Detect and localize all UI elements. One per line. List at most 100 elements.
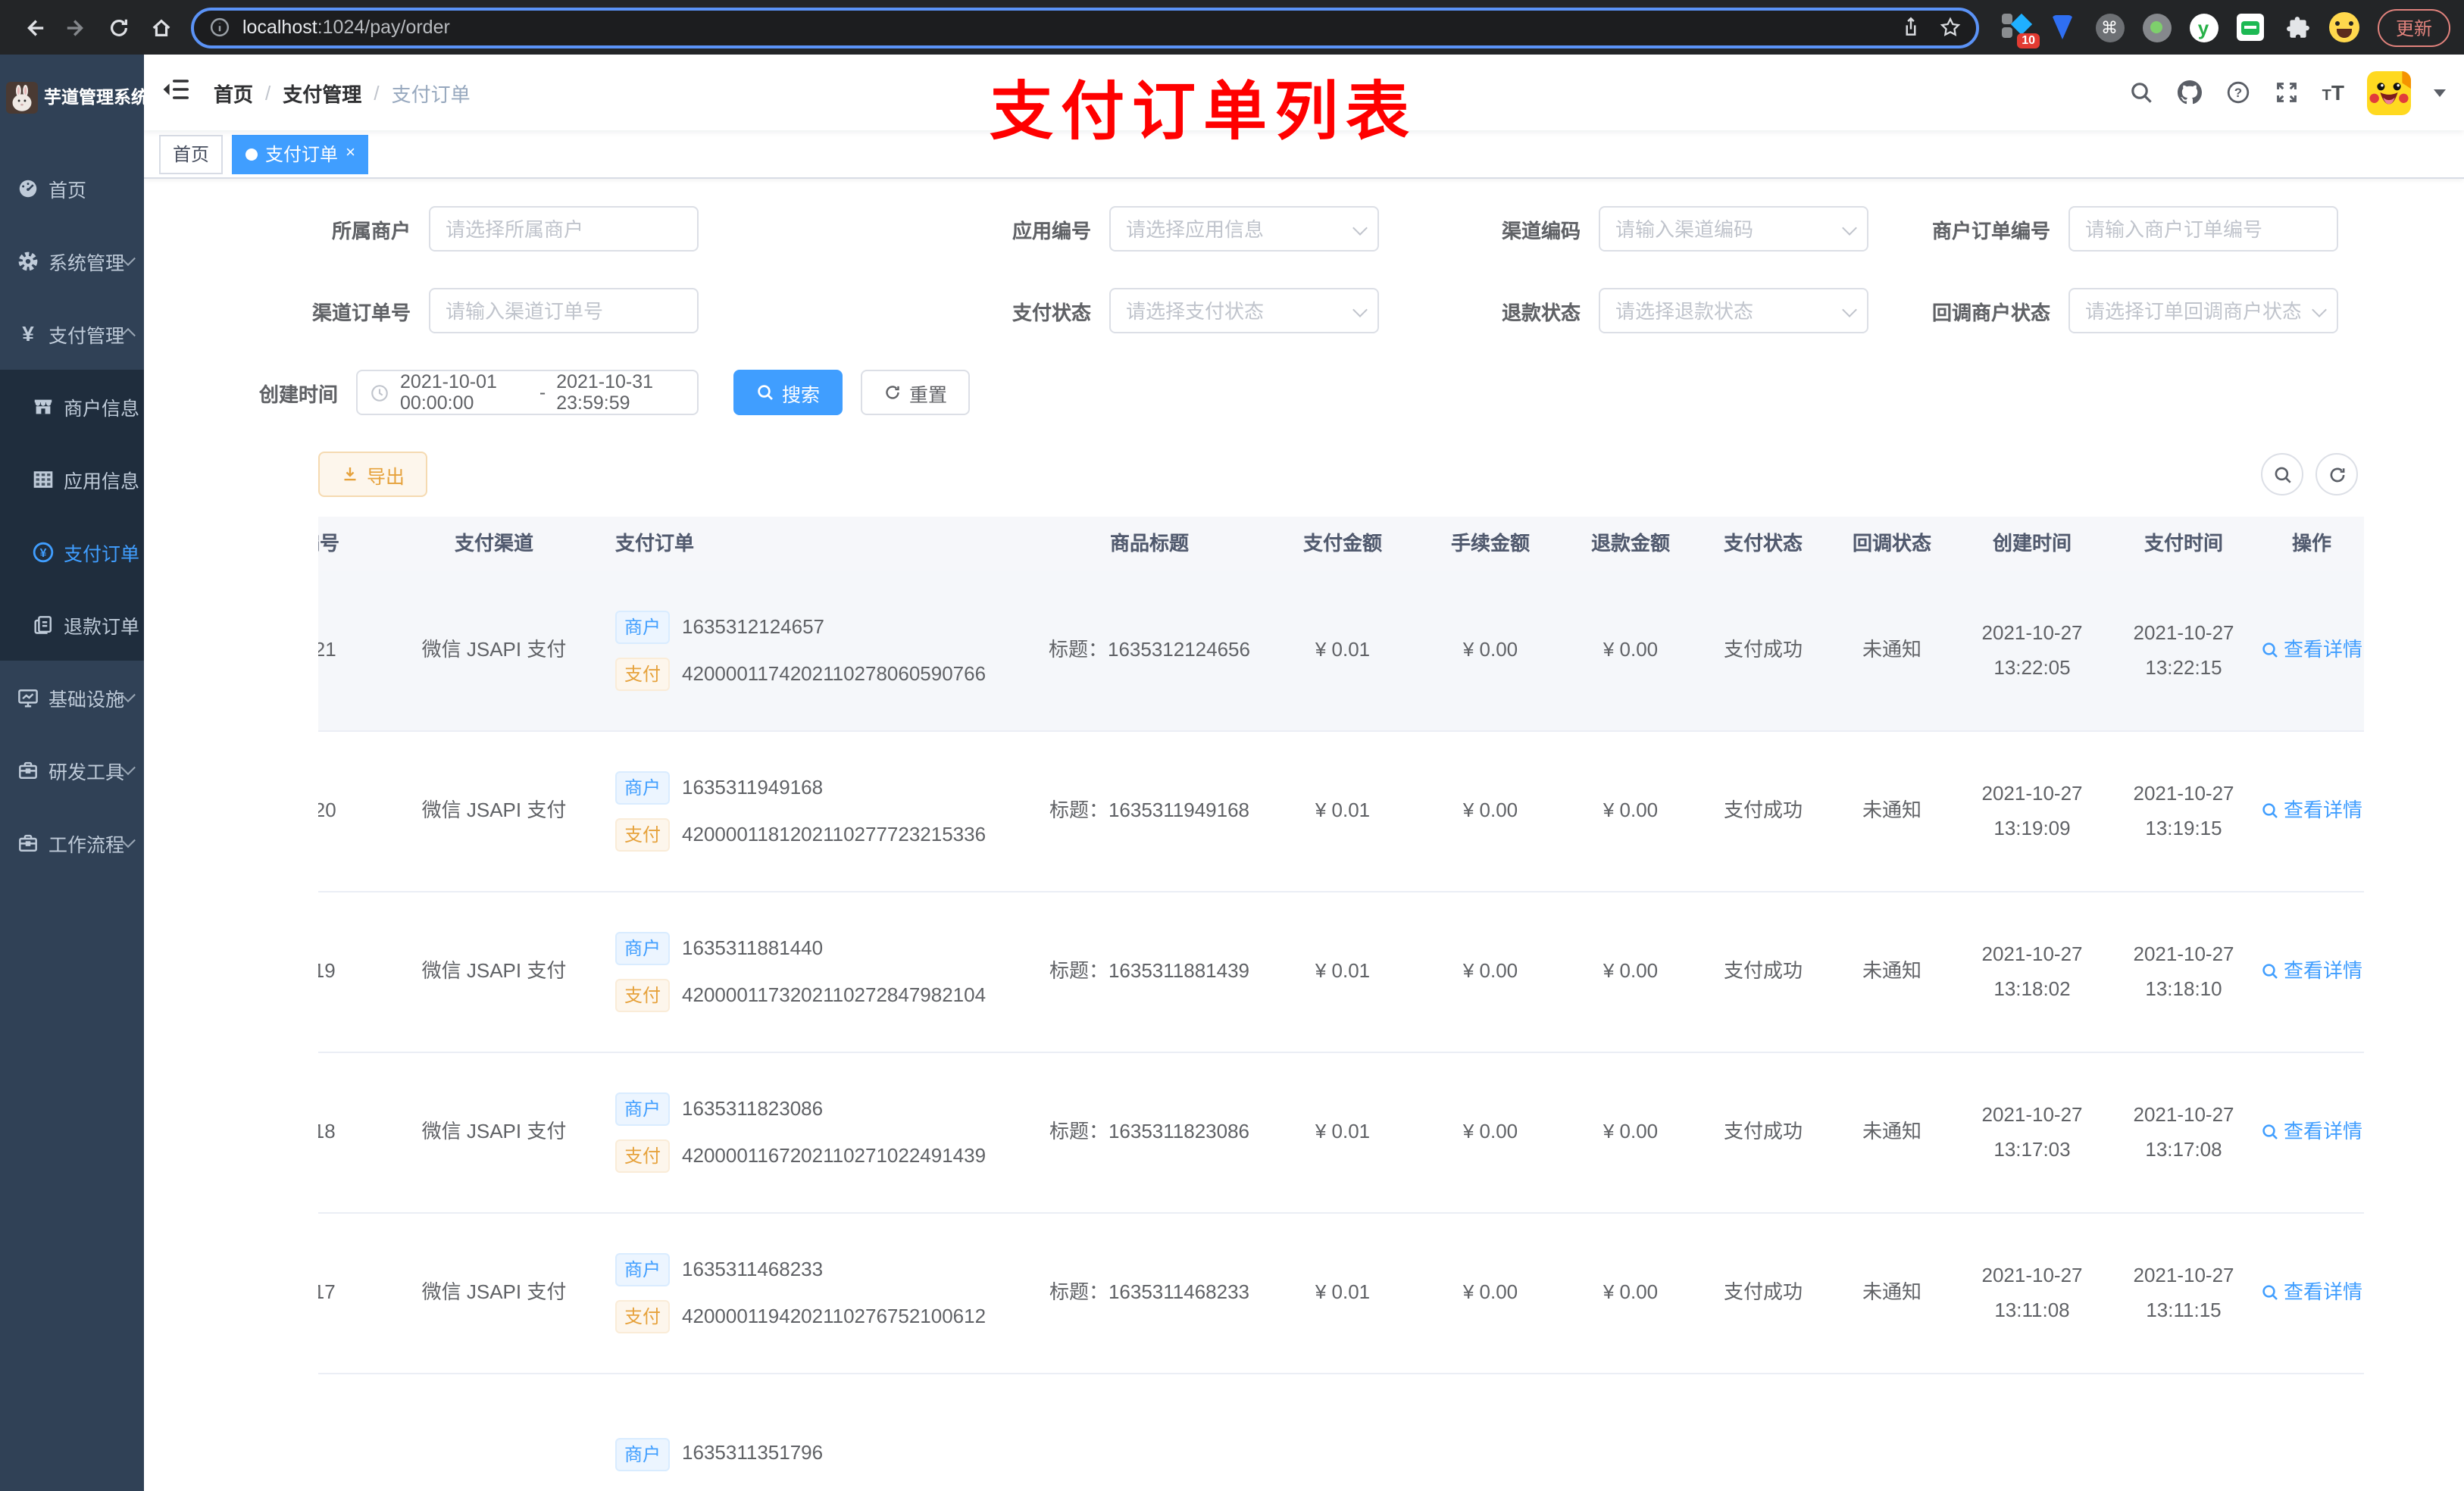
profile-avatar-icon[interactable]: [2329, 12, 2359, 42]
user-avatar[interactable]: [2367, 70, 2411, 114]
recorder-extension-icon[interactable]: [2141, 12, 2172, 42]
extension-badge-icon[interactable]: 10: [2000, 12, 2040, 48]
view-detail-link[interactable]: 查看详情: [2261, 957, 2362, 987]
app-no-select[interactable]: [1109, 206, 1379, 252]
font-size-icon[interactable]: TT: [2322, 80, 2344, 105]
merchant-order-no-input[interactable]: [2068, 206, 2338, 252]
reset-button[interactable]: 重置: [861, 370, 971, 415]
magnifier-icon: [2261, 1284, 2279, 1302]
order-number: 1635312124657: [682, 614, 825, 638]
view-detail-link[interactable]: 查看详情: [2261, 1278, 2362, 1308]
browser-update-button[interactable]: 更新: [2378, 8, 2451, 46]
magnifier-icon: [2261, 642, 2279, 660]
merchant-input[interactable]: [429, 206, 699, 252]
yudao-extension-icon[interactable]: y: [2188, 12, 2219, 42]
sidebar-item-dev-tools[interactable]: 研发工具: [0, 733, 144, 806]
table-row: 118 微信 JSAPI 支付 商户 1635311823086 支付 420000116…: [318, 1053, 2364, 1214]
cell-11: [2259, 1374, 2364, 1491]
tab-支付订单[interactable]: 支付订单 ×: [232, 134, 369, 173]
view-detail-link[interactable]: 查看详情: [2261, 636, 2362, 666]
cell-9: [1956, 1374, 2108, 1491]
merchant-order-no-input[interactable]: [2068, 206, 2338, 252]
create-time-range-picker[interactable]: 2021-10-01 00:00:00 - 2021-10-31 23:59:5…: [356, 370, 699, 415]
tab-label: 首页: [173, 144, 210, 165]
sidebar-item-refund-order[interactable]: 退款订单: [0, 588, 144, 661]
pay-time-cell: 2021-10-27 13:19:15: [2108, 732, 2259, 891]
close-tab-icon[interactable]: ×: [346, 145, 355, 162]
pay-time-value: 2021-10-27 13:18:10: [2133, 942, 2234, 999]
sidebar-item-merchant-info[interactable]: 商户信息: [0, 370, 144, 442]
order-number: 1635311881440: [682, 936, 824, 959]
pay-status-select[interactable]: [1109, 288, 1379, 333]
column-header-5: 手续金额: [1450, 531, 1530, 555]
pay-time-value: 2021-10-27 13:22:15: [2133, 621, 2234, 678]
view-detail-link[interactable]: 查看详情: [2261, 1117, 2362, 1148]
refund-status-input[interactable]: [1599, 288, 1868, 333]
breadcrumb-link[interactable]: 首页: [214, 78, 253, 107]
refund-status-select[interactable]: [1599, 288, 1868, 333]
channel-code-select[interactable]: [1599, 206, 1868, 252]
sidebar-fold-icon[interactable]: [162, 77, 192, 108]
pay-status-input[interactable]: [1109, 288, 1379, 333]
browser-menu-icon[interactable]: ⋮: [2459, 14, 2464, 40]
export-button[interactable]: 导出: [318, 452, 428, 497]
tab-首页[interactable]: 首页: [159, 134, 224, 173]
order-no-line: 商户 1635311351796: [615, 1437, 823, 1471]
extensions-puzzle-icon[interactable]: [2282, 12, 2312, 42]
browser-home-icon[interactable]: [142, 9, 179, 45]
chevron-down-icon[interactable]: [2434, 89, 2446, 96]
sidebar-item-app-info[interactable]: 应用信息: [0, 442, 144, 515]
browser-reload-icon[interactable]: [100, 9, 136, 45]
channel-order-no-input[interactable]: [429, 288, 699, 333]
column-header-2: 支付订单: [615, 531, 695, 555]
tab-label: 支付订单: [265, 144, 339, 165]
site-info-icon[interactable]: [209, 17, 230, 38]
url-bar[interactable]: localhost:1024/pay/order: [191, 7, 1979, 48]
sidebar-item-workflow[interactable]: 工作流程: [0, 806, 144, 879]
refund-amount-cell: ¥ 0.00: [1603, 799, 1659, 822]
search-icon[interactable]: [2128, 80, 2154, 105]
view-detail-label: 查看详情: [2284, 959, 2363, 983]
view-detail-link[interactable]: 查看详情: [2261, 796, 2362, 827]
sidebar-item-payment-management[interactable]: ¥ 支付管理: [0, 297, 144, 370]
order-no-line: 商户 1635311468233: [615, 1253, 823, 1286]
search-button[interactable]: 搜索: [733, 370, 843, 415]
app-window: localhost:1024/pay/order 10 ⌘ y 更新 芋道管理系…: [0, 0, 2464, 1491]
sidebar-item-home[interactable]: 首页: [0, 152, 144, 224]
orders-table: 编号支付渠道支付订单商品标题支付金额手续金额退款金额支付状态回调状态创建时间支付…: [318, 517, 2364, 1491]
app-no-input[interactable]: [1109, 206, 1379, 252]
breadcrumb-link[interactable]: 支付管理: [283, 78, 361, 107]
gem-extension-icon[interactable]: [2047, 12, 2078, 42]
browser-forward-icon[interactable]: [58, 9, 94, 45]
merchant-label: 所属商户: [331, 219, 411, 242]
command-extension-icon[interactable]: ⌘: [2094, 12, 2125, 42]
channel-code-input[interactable]: [1599, 206, 1868, 252]
sidebar-item-payment-order[interactable]: ¥ 支付订单: [0, 515, 144, 588]
date-end-value: 2021-10-31 23:59:59: [556, 371, 654, 414]
notify-status-select[interactable]: [2068, 288, 2338, 333]
sidebar-item-system-management[interactable]: 系统管理: [0, 224, 144, 297]
refresh-table-button[interactable]: [2315, 453, 2358, 495]
merchant-input[interactable]: [429, 206, 699, 252]
channel-order-no-input[interactable]: [429, 288, 699, 333]
sidebar-item-label: 基础设施: [48, 689, 125, 710]
github-icon[interactable]: [2177, 80, 2203, 105]
notify-status-input[interactable]: [2068, 288, 2338, 333]
breadcrumb-separator: /: [374, 81, 380, 104]
pay-order-cell: 商户 1635311468233 支付 42000011942021102767521…: [600, 1214, 1032, 1373]
chat-extension-icon[interactable]: [2235, 12, 2265, 42]
merchant-tag: 商户: [615, 1092, 671, 1126]
help-icon[interactable]: ?: [2225, 80, 2251, 105]
app-logo[interactable]: 芋道管理系统: [0, 55, 144, 139]
ext-square: [2002, 27, 2012, 38]
fullscreen-icon[interactable]: [2274, 80, 2300, 105]
document-icon: [32, 613, 55, 636]
bookmark-star-icon[interactable]: [1940, 17, 1961, 38]
share-icon[interactable]: [1900, 17, 1921, 38]
create-time-label: 创建时间: [259, 383, 339, 405]
pay-amount-cell: ¥ 0.01: [1315, 799, 1371, 822]
browser-back-icon[interactable]: [15, 9, 52, 45]
toolbox-icon: [17, 758, 39, 781]
toggle-search-button[interactable]: [2261, 453, 2303, 495]
sidebar-item-infrastructure[interactable]: 基础设施: [0, 661, 144, 733]
